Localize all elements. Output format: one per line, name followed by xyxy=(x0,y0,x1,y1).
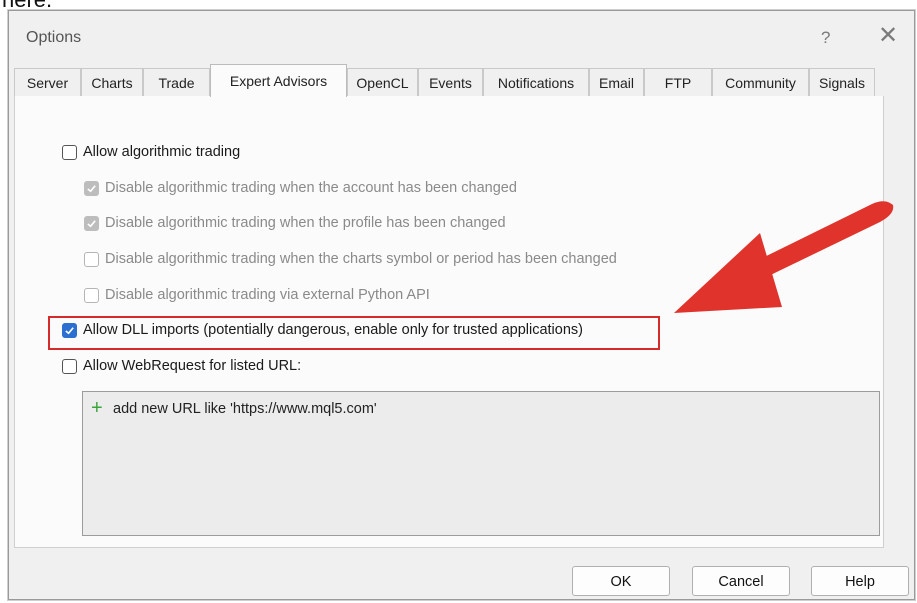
tab-community[interactable]: Community xyxy=(712,68,809,96)
option-disable-via-python-api[interactable]: Disable algorithmic trading via external… xyxy=(84,287,430,303)
tab-notifications[interactable]: Notifications xyxy=(483,68,589,96)
option-disable-on-account-change[interactable]: Disable algorithmic trading when the acc… xyxy=(84,180,517,196)
url-list[interactable]: + add new URL like 'https://www.mql5.com… xyxy=(82,391,880,536)
checkbox-unchecked[interactable] xyxy=(62,144,77,160)
ok-button[interactable]: OK xyxy=(572,566,670,596)
help-icon[interactable]: ? xyxy=(821,28,830,48)
tab-ftp[interactable]: FTP xyxy=(644,68,712,96)
option-allow-algo-trading[interactable]: Allow algorithmic trading xyxy=(62,144,240,160)
tab-opencl[interactable]: OpenCL xyxy=(347,68,418,96)
add-url-placeholder[interactable]: add new URL like 'https://www.mql5.com' xyxy=(113,401,377,417)
checkbox-checked[interactable] xyxy=(62,322,77,338)
tab-trade[interactable]: Trade xyxy=(143,68,210,96)
help-button[interactable]: Help xyxy=(811,566,909,596)
window-title: Options xyxy=(26,29,82,46)
checkmark-icon xyxy=(65,326,74,334)
option-disable-on-profile-change[interactable]: Disable algorithmic trading when the pro… xyxy=(84,215,506,231)
option-label: Disable algorithmic trading when the acc… xyxy=(105,180,517,196)
option-allow-dll-imports[interactable]: Allow DLL imports (potentially dangerous… xyxy=(62,322,583,338)
option-label: Allow DLL imports (potentially dangerous… xyxy=(83,322,583,338)
checkmark-icon xyxy=(87,219,96,227)
tab-email[interactable]: Email xyxy=(589,68,644,96)
title-bar: Options ? ✕ xyxy=(9,11,914,67)
checkbox-unchecked[interactable] xyxy=(84,287,99,303)
option-label: Disable algorithmic trading when the cha… xyxy=(105,251,617,267)
tab-charts[interactable]: Charts xyxy=(81,68,143,96)
tab-server[interactable]: Server xyxy=(14,68,81,96)
tab-events[interactable]: Events xyxy=(418,68,483,96)
cancel-button[interactable]: Cancel xyxy=(692,566,790,596)
tab-signals[interactable]: Signals xyxy=(809,68,875,96)
checkbox-unchecked[interactable] xyxy=(84,251,99,267)
option-label: Allow algorithmic trading xyxy=(83,144,241,160)
checkmark-icon xyxy=(87,184,96,192)
option-label: Disable algorithmic trading when the pro… xyxy=(105,215,506,231)
option-label: Disable algorithmic trading via external… xyxy=(105,287,430,303)
close-icon[interactable]: ✕ xyxy=(878,22,898,50)
checkbox-checked[interactable] xyxy=(84,180,99,196)
option-label: Allow WebRequest for listed URL: xyxy=(83,358,302,374)
tab-bar: Server Charts Trade Expert Advisors Open… xyxy=(14,64,882,97)
checkbox-checked[interactable] xyxy=(84,215,99,231)
option-allow-webrequest[interactable]: Allow WebRequest for listed URL: xyxy=(62,358,301,374)
option-disable-on-symbol-change[interactable]: Disable algorithmic trading when the cha… xyxy=(84,251,617,267)
checkbox-unchecked[interactable] xyxy=(62,358,77,374)
plus-icon[interactable]: + xyxy=(91,398,103,418)
tab-expert-advisors[interactable]: Expert Advisors xyxy=(210,64,347,97)
